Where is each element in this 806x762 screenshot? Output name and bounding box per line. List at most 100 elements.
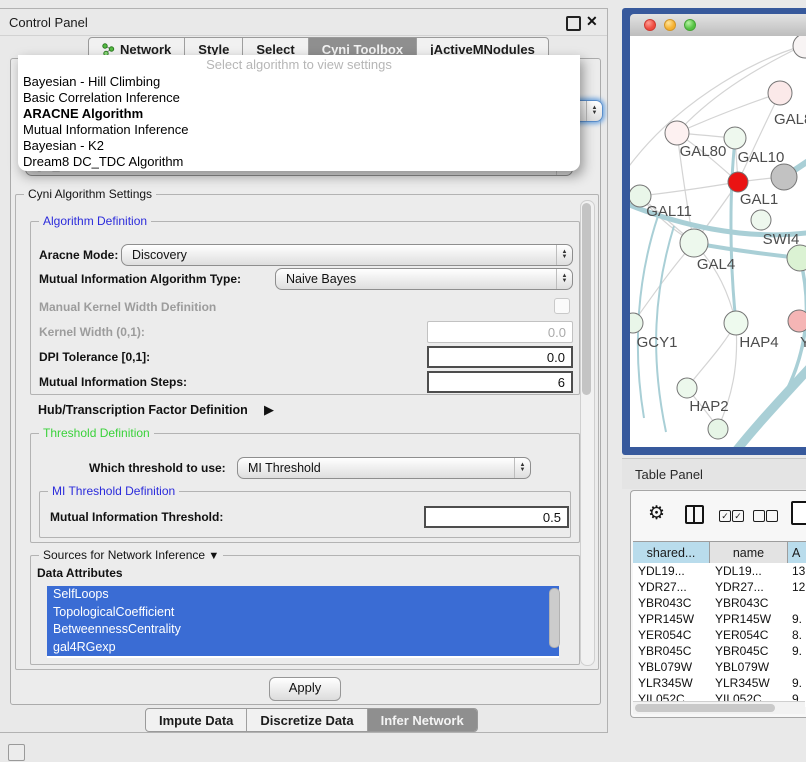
network-node-hap2[interactable] — [677, 378, 697, 398]
table-horizontal-scrollbar[interactable] — [633, 701, 805, 714]
table-row[interactable]: YBL079WYBL079W — [633, 659, 806, 675]
select-all-checkbox-icon[interactable] — [719, 510, 731, 522]
attributes-list-scrollbar-thumb[interactable] — [549, 588, 560, 648]
apply-button[interactable]: Apply — [269, 677, 341, 701]
network-node[interactable] — [708, 419, 728, 439]
algorithm-option[interactable]: Basic Correlation Inference — [18, 90, 580, 106]
table-row[interactable]: YLR345WYLR345W9. — [633, 675, 806, 691]
algorithm-option[interactable]: Dream8 DC_TDC Algorithm — [18, 154, 580, 170]
node-table-body: YDL19...YDL19...13YDR27...YDR27...12YBR0… — [633, 563, 806, 707]
data-attribute-item[interactable]: BetweennessCentrality — [47, 621, 559, 639]
column-header[interactable]: A — [788, 542, 806, 564]
network-node-hap4[interactable] — [724, 311, 748, 335]
hub-expander-icon[interactable] — [264, 401, 274, 419]
table-row[interactable]: YDL19...YDL19...13 — [633, 563, 806, 579]
network-node[interactable] — [771, 164, 797, 190]
which-threshold-combobox[interactable]: MI Threshold ▲▼ — [237, 457, 531, 479]
network-edge[interactable] — [640, 182, 738, 196]
hub-definition-label: Hub/Transcription Factor Definition — [38, 403, 248, 417]
network-edge[interactable] — [677, 93, 780, 133]
sources-group: Sources for Network Inference Data Attri… — [30, 555, 580, 665]
mi-steps-field[interactable]: 6 — [427, 371, 573, 393]
data-attribute-item[interactable]: SelfLoops — [47, 586, 559, 604]
table-row[interactable]: YBR043CYBR043C — [633, 595, 806, 611]
kernel-width-label: Kernel Width (0,1): — [39, 325, 145, 339]
algorithm-option[interactable]: Mutual Information Inference — [18, 122, 580, 138]
close-window-icon[interactable] — [644, 19, 656, 31]
network-node-label: GCY1 — [637, 334, 678, 351]
table-cell: YLR345W — [633, 676, 710, 690]
float-window-icon[interactable] — [566, 16, 581, 31]
network-node-label: Y — [800, 334, 806, 351]
network-canvas[interactable]: GAL8GAL80GAL10GAL1GAL11SWI4GAL4GCY1HAP4Y… — [630, 36, 806, 447]
network-node-gal10[interactable] — [724, 127, 746, 149]
combo-arrows-icon: ▲▼ — [586, 101, 602, 121]
deselect-all-checkbox-icon[interactable] — [766, 510, 778, 522]
aracne-mode-value: Discovery — [122, 245, 556, 265]
screen: Control Panel Network Style Select — [0, 0, 806, 762]
aracne-mode-combobox[interactable]: Discovery ▲▼ — [121, 244, 573, 266]
algorithm-dropdown-prompt: Select algorithm to view settings — [18, 55, 580, 74]
table-cell: YBL079W — [710, 660, 788, 674]
table-cell: YER054C — [710, 628, 788, 642]
data-attribute-item[interactable]: TopologicalCoefficient — [47, 604, 559, 622]
network-node-gal1[interactable] — [728, 172, 748, 192]
kernel-width-field[interactable]: 0.0 — [427, 321, 573, 343]
network-edge[interactable] — [656, 226, 674, 432]
network-node[interactable] — [787, 245, 806, 271]
table-cell: YDR27... — [710, 580, 788, 594]
settings-scrollbar[interactable] — [580, 200, 595, 666]
algorithm-option[interactable]: Bayesian - K2 — [18, 138, 580, 154]
table-row[interactable]: YDR27...YDR27...12 — [633, 579, 806, 595]
table-scrollbar-thumb[interactable] — [635, 704, 775, 712]
mi-algorithm-type-combobox[interactable]: Naive Bayes ▲▼ — [275, 268, 573, 290]
data-attributes-list[interactable]: SelfLoopsTopologicalCoefficientBetweenne… — [47, 586, 559, 658]
column-header[interactable]: shared... — [633, 542, 710, 564]
tab-impute-data[interactable]: Impute Data — [146, 709, 247, 731]
table-panel-titlebar: Table Panel — [622, 458, 806, 489]
table-row[interactable]: YPR145WYPR145W9. — [633, 611, 806, 627]
manual-kernel-checkbox[interactable] — [554, 298, 570, 314]
dpi-tolerance-label: DPI Tolerance [0,1]: — [39, 350, 150, 364]
collapsed-panel-icon[interactable] — [8, 744, 25, 761]
network-node-gal8[interactable] — [768, 81, 792, 105]
algorithm-definition-title: Algorithm Definition — [39, 214, 151, 228]
network-view-window[interactable]: GAL8GAL80GAL10GAL1GAL11SWI4GAL4GCY1HAP4Y… — [622, 8, 806, 455]
close-panel-icon[interactable] — [586, 13, 598, 30]
mi-threshold-field[interactable]: 0.5 — [424, 506, 569, 528]
network-node-swi4[interactable] — [751, 210, 771, 230]
minimize-window-icon[interactable] — [664, 19, 676, 31]
algorithm-option[interactable]: ARACNE Algorithm — [18, 106, 580, 122]
network-node-gal80[interactable] — [665, 121, 689, 145]
export-table-icon[interactable] — [791, 501, 806, 525]
dpi-tolerance-field[interactable]: 0.0 — [427, 346, 573, 368]
algorithm-option[interactable]: Bayesian - Hill Climbing — [18, 74, 580, 90]
table-cell: YPR145W — [633, 612, 710, 626]
network-node-label: GAL8 — [774, 111, 806, 128]
table-cell: YDL19... — [633, 564, 710, 578]
network-node-gal4[interactable] — [680, 229, 708, 257]
column-header[interactable]: name — [710, 542, 788, 564]
network-window-titlebar[interactable] — [630, 14, 806, 37]
columns-icon[interactable] — [685, 505, 704, 524]
tab-discretize-data[interactable]: Discretize Data — [247, 709, 367, 731]
mi-threshold-definition-group: MI Threshold Definition Mutual Informati… — [39, 491, 571, 538]
network-tab-icon — [102, 43, 115, 56]
network-node-label: GAL4 — [697, 256, 735, 273]
zoom-window-icon[interactable] — [684, 19, 696, 31]
control-panel-title: Control Panel — [9, 15, 88, 30]
network-node-gcy1[interactable] — [630, 313, 643, 333]
select-all-checkbox-icon[interactable] — [732, 510, 744, 522]
mi-algorithm-type-label: Mutual Information Algorithm Type: — [39, 272, 241, 286]
table-cell: 13 — [788, 564, 806, 578]
settings-scrollbar-thumb[interactable] — [582, 203, 591, 395]
network-node-y[interactable] — [788, 310, 806, 332]
table-row[interactable]: YER054CYER054C8. — [633, 627, 806, 643]
deselect-all-checkbox-icon[interactable] — [753, 510, 765, 522]
tab-infer-network[interactable]: Infer Network — [368, 709, 477, 731]
data-attribute-item[interactable]: gal4RGexp — [47, 639, 559, 657]
network-node[interactable] — [793, 36, 806, 58]
sources-expander-icon[interactable] — [208, 548, 219, 562]
table-row[interactable]: YBR045CYBR045C9. — [633, 643, 806, 659]
gear-icon[interactable] — [648, 502, 665, 525]
